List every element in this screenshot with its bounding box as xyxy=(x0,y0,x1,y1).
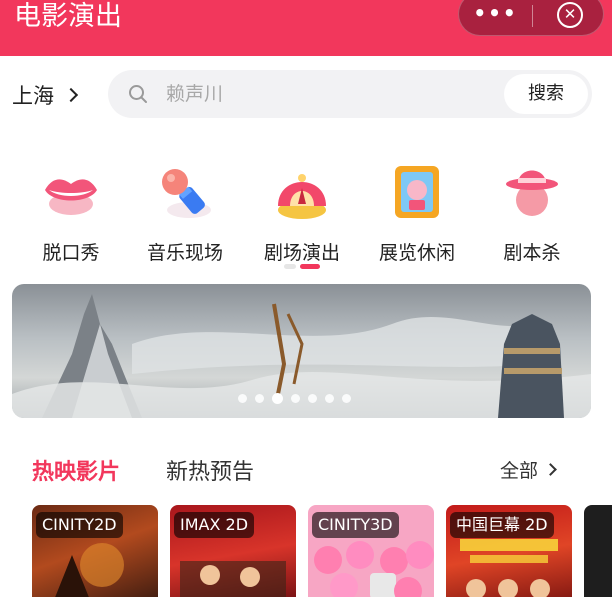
picture-frame-icon xyxy=(395,166,439,218)
category-script-murder[interactable]: 剧本杀 xyxy=(477,150,587,270)
search-input[interactable] xyxy=(166,78,486,110)
category-label: 展览休闲 xyxy=(378,242,455,264)
microphone-icon xyxy=(162,169,211,218)
view-all-link[interactable]: 全部 xyxy=(500,456,557,483)
banner-dot xyxy=(325,394,334,403)
category-exhibition[interactable]: 展览休闲 xyxy=(362,150,472,270)
tab-now-showing[interactable]: 热映影片 xyxy=(32,454,120,486)
category-label: 剧本杀 xyxy=(503,242,561,264)
category-grid: 脱口秀 音乐现场 剧场演出 展览休闲 剧本杀 xyxy=(0,150,612,270)
search-icon xyxy=(129,85,147,103)
banner-dot xyxy=(308,394,317,403)
search-bar[interactable]: 搜索 xyxy=(108,70,592,118)
poster-row: CINITY2D IMAX 2D CINITY3D 中国巨幕 2D xyxy=(32,505,612,597)
banner-dot xyxy=(342,394,351,403)
close-button[interactable]: ✕ xyxy=(533,0,605,37)
detective-hat-icon xyxy=(506,170,558,216)
category-theater[interactable]: 剧场演出 xyxy=(247,150,357,270)
more-button[interactable]: ••• xyxy=(459,0,532,37)
movie-poster[interactable]: 中国巨幕 2D xyxy=(446,505,572,597)
category-standup[interactable]: 脱口秀 xyxy=(16,150,126,270)
search-button[interactable]: 搜索 xyxy=(504,74,588,114)
format-badge: CINITY2D xyxy=(36,512,123,538)
chevron-right-icon xyxy=(63,87,79,103)
city-label: 上海 xyxy=(12,84,54,108)
movie-poster-partial[interactable] xyxy=(584,505,612,597)
indicator-inactive xyxy=(284,264,296,269)
category-label: 剧场演出 xyxy=(263,242,340,264)
indicator-active xyxy=(300,264,320,269)
mini-program-capsule: ••• ✕ xyxy=(458,0,604,36)
close-icon: ✕ xyxy=(557,2,583,28)
banner-dot xyxy=(255,394,264,403)
theater-curtain-icon xyxy=(278,174,326,219)
category-page-indicator xyxy=(284,264,320,270)
tab-trailers[interactable]: 新热预告 xyxy=(166,454,254,486)
view-all-label: 全部 xyxy=(500,460,539,482)
movie-poster[interactable]: CINITY3D xyxy=(308,505,434,597)
app-header: 电影演出 ••• ✕ xyxy=(0,0,612,56)
format-badge: 中国巨幕 2D xyxy=(450,512,554,538)
banner-dot-active xyxy=(272,393,283,404)
page-title: 电影演出 xyxy=(14,1,122,32)
format-badge: IMAX 2D xyxy=(174,512,255,538)
banner-pagination xyxy=(238,393,351,404)
category-label: 音乐现场 xyxy=(146,242,223,264)
banner-dot xyxy=(238,394,247,403)
category-music-live[interactable]: 音乐现场 xyxy=(130,150,240,270)
category-label: 脱口秀 xyxy=(42,242,100,264)
banner-dot xyxy=(291,394,300,403)
movie-poster[interactable]: IMAX 2D xyxy=(170,505,296,597)
city-selector[interactable]: 上海 xyxy=(12,80,79,110)
lips-icon xyxy=(45,179,97,215)
movie-poster[interactable]: CINITY2D xyxy=(32,505,158,597)
chevron-right-icon xyxy=(544,463,557,476)
format-badge: CINITY3D xyxy=(312,512,399,538)
